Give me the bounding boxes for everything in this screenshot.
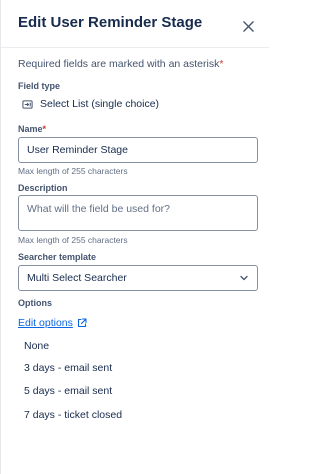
option-item: None [24,340,50,352]
name-helper-text: Max length of 255 characters [18,166,128,176]
name-required-asterisk: * [42,124,47,134]
options-label: Options [18,298,52,308]
description-placeholder: What will the field be used for? [27,203,170,215]
field-type-label: Field type [18,81,61,91]
searcher-template-select[interactable]: Multi Select Searcher [18,265,258,291]
description-label: Description [18,183,68,193]
edit-options-link[interactable]: Edit options [18,317,87,329]
description-helper-text: Max length of 255 characters [18,235,128,245]
select-list-icon [22,99,33,109]
field-type-value: Select List (single choice) [22,98,159,110]
edit-field-panel: Edit User Reminder Stage Required fields… [0,0,269,474]
external-link-icon [77,318,87,328]
name-input-value: User Reminder Stage [27,144,128,156]
close-button[interactable] [239,17,257,35]
name-label-text: Name [18,124,43,134]
chevron-down-icon [240,275,248,281]
required-note-text: Required fields are marked with an aster… [18,58,220,70]
option-item: 5 days - email sent [24,385,113,397]
close-icon [242,20,254,32]
edit-options-text: Edit options [18,317,73,329]
name-label: Name* [18,124,46,134]
option-item: 7 days - ticket closed [24,409,123,421]
required-asterisk: * [219,58,224,70]
searcher-template-label: Searcher template [18,252,97,262]
field-type-text: Select List (single choice) [40,98,160,110]
searcher-template-value: Multi Select Searcher [27,272,127,284]
description-textarea[interactable]: What will the field be used for? [18,195,258,231]
name-input[interactable]: User Reminder Stage [18,137,258,163]
header-divider [1,47,269,48]
panel-title: Edit User Reminder Stage [18,14,203,31]
required-fields-note: Required fields are marked with an aster… [18,58,223,70]
option-item: 3 days - email sent [24,362,113,374]
